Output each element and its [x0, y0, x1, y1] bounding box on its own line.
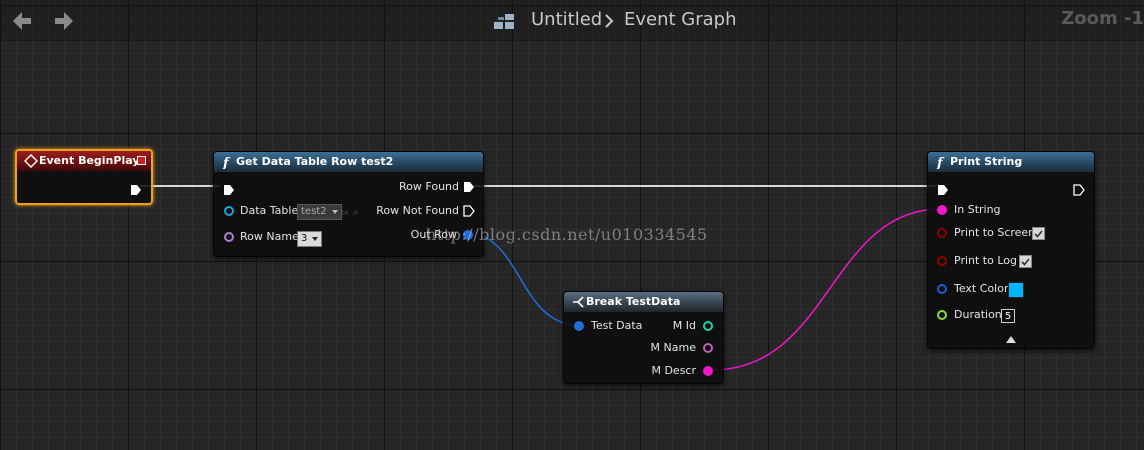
text-color-pin-row[interactable]: Text Color — [928, 281, 1094, 298]
row-name-combo[interactable]: 3 — [297, 231, 323, 247]
break-struct-icon — [571, 295, 585, 309]
print-log-checkbox[interactable] — [1019, 255, 1032, 268]
m-name-pin-row[interactable]: M Name — [564, 340, 723, 356]
print-string-node[interactable]: f Print String In String Print to Screen… — [927, 151, 1095, 349]
row-name-pin[interactable] — [224, 232, 234, 242]
event-beginplay-header: Event BeginPlay — [17, 151, 151, 171]
row-found-pin-row[interactable]: Row Found — [214, 179, 483, 195]
row-name-value: 3 — [301, 233, 308, 244]
struct-wire-outrow-to-break — [468, 233, 579, 326]
node-title: Get Data Table Row test2 — [236, 155, 394, 168]
watermark-text: http://blog.csdn.net/u010334545 — [426, 225, 708, 244]
duration-pin[interactable] — [937, 310, 947, 320]
row-not-found-label: Row Not Found — [376, 204, 459, 217]
function-icon: f — [935, 155, 949, 171]
node-title: Event BeginPlay — [39, 154, 140, 167]
test-data-label: Test Data — [591, 319, 643, 332]
data-table-combo[interactable]: test2 — [297, 204, 342, 220]
svg-text:f: f — [936, 156, 945, 169]
collapse-advanced-icon[interactable] — [1006, 336, 1016, 343]
browse-asset-icon[interactable]: ⌕ — [353, 205, 359, 221]
chevron-down-icon — [331, 210, 338, 214]
text-color-label: Text Color — [954, 282, 1009, 295]
print-screen-pin[interactable] — [937, 228, 947, 238]
exec-out-pin[interactable] — [1073, 181, 1085, 196]
data-table-pin[interactable] — [224, 206, 234, 216]
break-testdata-node[interactable]: Break TestData Test Data M Id M Name M D… — [563, 291, 724, 384]
row-name-label: Row Name — [240, 230, 299, 243]
data-table-label: Data Table — [240, 204, 299, 217]
print-screen-checkbox[interactable] — [1032, 227, 1045, 240]
duration-pin-row[interactable]: Duration 5 — [928, 307, 1094, 323]
m-id-label: M Id — [672, 319, 696, 332]
data-table-pin-row[interactable]: Data Table test2 ⇦ ⌕ Row Not Found — [214, 203, 483, 222]
row-found-exec-pin[interactable] — [463, 181, 475, 193]
test-data-pin-row[interactable]: Test Data M Id — [564, 318, 723, 334]
node-title: Print String — [950, 155, 1023, 168]
delegate-pin-icon[interactable] — [137, 156, 146, 165]
duration-label: Duration — [954, 308, 1002, 321]
string-wire-descr-to-instring — [711, 208, 942, 371]
print-string-header: f Print String — [928, 152, 1094, 172]
exec-in-pin[interactable] — [937, 181, 949, 195]
in-string-label: In String — [954, 203, 1001, 216]
event-diamond-icon — [23, 153, 39, 169]
event-beginplay-node[interactable]: Event BeginPlay — [15, 149, 153, 205]
m-name-pin[interactable] — [703, 343, 713, 353]
duration-input[interactable]: 5 — [1001, 309, 1015, 323]
m-descr-label: M Descr — [651, 364, 696, 377]
m-name-label: M Name — [650, 341, 696, 354]
print-log-label: Print to Log — [954, 254, 1017, 267]
in-string-pin-row[interactable]: In String — [928, 202, 1094, 218]
row-not-found-exec-pin[interactable] — [463, 205, 475, 217]
print-log-pin[interactable] — [937, 256, 947, 266]
svg-text:f: f — [222, 156, 231, 169]
m-id-pin[interactable] — [703, 321, 713, 331]
test-data-pin[interactable] — [574, 321, 584, 331]
get-data-table-row-header: f Get Data Table Row test2 — [214, 152, 483, 172]
m-descr-pin-row[interactable]: M Descr — [564, 363, 723, 379]
use-selected-asset-icon[interactable]: ⇦ — [340, 206, 348, 222]
text-color-swatch[interactable] — [1008, 282, 1024, 298]
function-icon: f — [221, 155, 235, 171]
print-log-pin-row[interactable]: Print to Log — [928, 253, 1094, 269]
chevron-down-icon — [312, 237, 319, 241]
break-testdata-header: Break TestData — [564, 292, 723, 312]
node-title: Break TestData — [586, 295, 681, 308]
text-color-pin[interactable] — [937, 284, 947, 294]
row-found-label: Row Found — [399, 180, 459, 193]
exec-out-pin[interactable] — [130, 181, 142, 195]
print-screen-pin-row[interactable]: Print to Screen — [928, 225, 1094, 241]
print-screen-label: Print to Screen — [954, 226, 1036, 239]
m-descr-pin[interactable] — [703, 366, 713, 376]
data-table-value: test2 — [301, 206, 327, 217]
in-string-pin[interactable] — [937, 205, 947, 215]
